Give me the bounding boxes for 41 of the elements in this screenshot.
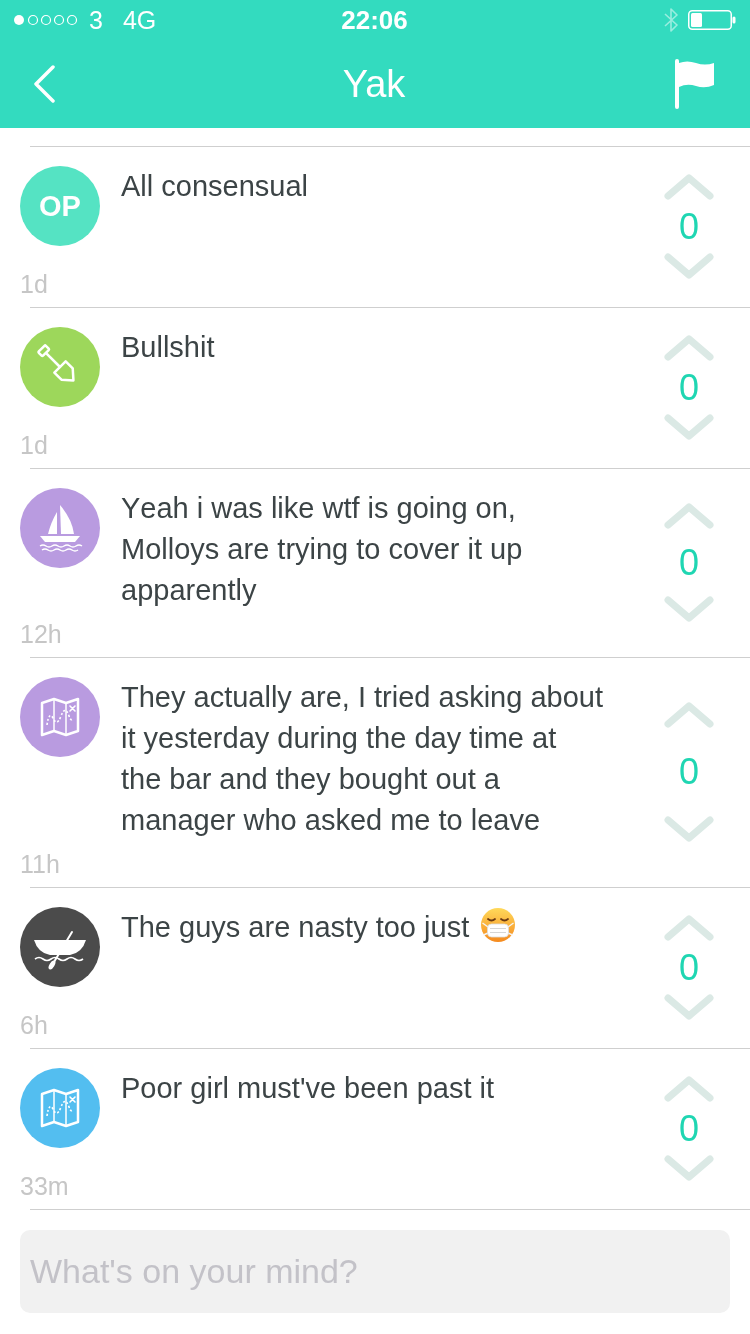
- vote-count: 0: [679, 367, 699, 408]
- post-time: 11h: [20, 850, 60, 878]
- network-type: 4G: [122, 5, 157, 35]
- down-chevron-icon[interactable]: [664, 253, 714, 280]
- carrier-name: 3: [89, 5, 103, 35]
- up-chevron-icon[interactable]: [664, 502, 714, 529]
- vote-count: 0: [679, 1108, 699, 1149]
- up-chevron-icon[interactable]: [664, 1075, 714, 1102]
- down-chevron-icon[interactable]: [664, 414, 714, 441]
- back-icon[interactable]: [33, 65, 55, 103]
- post-time: 12h: [20, 620, 62, 648]
- vote-count: 0: [679, 206, 699, 247]
- up-chevron-icon[interactable]: [664, 914, 714, 941]
- post-text: All consensual: [121, 170, 308, 202]
- vote-count: 0: [679, 542, 699, 583]
- post-text: Yeah i was like wtf is going on, Molloys are trying to cover it up apparently: [121, 492, 523, 606]
- up-chevron-icon[interactable]: [664, 173, 714, 200]
- post-time: 1d: [20, 270, 48, 298]
- signal-strength-icon: [13, 14, 79, 26]
- down-chevron-icon[interactable]: [664, 596, 714, 623]
- down-chevron-icon[interactable]: [664, 1155, 714, 1182]
- down-chevron-icon[interactable]: [664, 816, 714, 842]
- post-time: 6h: [20, 1011, 48, 1039]
- battery-icon: [688, 10, 736, 30]
- initials-avatar: OP: [20, 166, 100, 246]
- bluetooth-icon: [664, 8, 678, 32]
- post-time: 33m: [20, 1172, 69, 1200]
- post-text: Poor girl must've been past it: [121, 1072, 495, 1104]
- flag-icon[interactable]: [675, 59, 715, 109]
- post-text: They actually are, I tried asking about it yesterday during the day time at the bar and they bought out a manager who asked me to leave: [121, 681, 603, 836]
- clock-time: 22:06: [341, 5, 408, 35]
- up-chevron-icon[interactable]: [664, 334, 714, 361]
- screen-title: Yak: [342, 62, 406, 106]
- post-time: 1d: [20, 431, 48, 459]
- post-text: The guys are nasty too just: [121, 911, 470, 943]
- vote-count: 0: [679, 947, 699, 988]
- vote-count: 0: [679, 752, 699, 792]
- up-chevron-icon[interactable]: [664, 702, 714, 728]
- post-text: Bullshit: [121, 331, 215, 363]
- down-chevron-icon[interactable]: [664, 994, 714, 1021]
- masked-face-emoji-icon: [481, 908, 516, 942]
